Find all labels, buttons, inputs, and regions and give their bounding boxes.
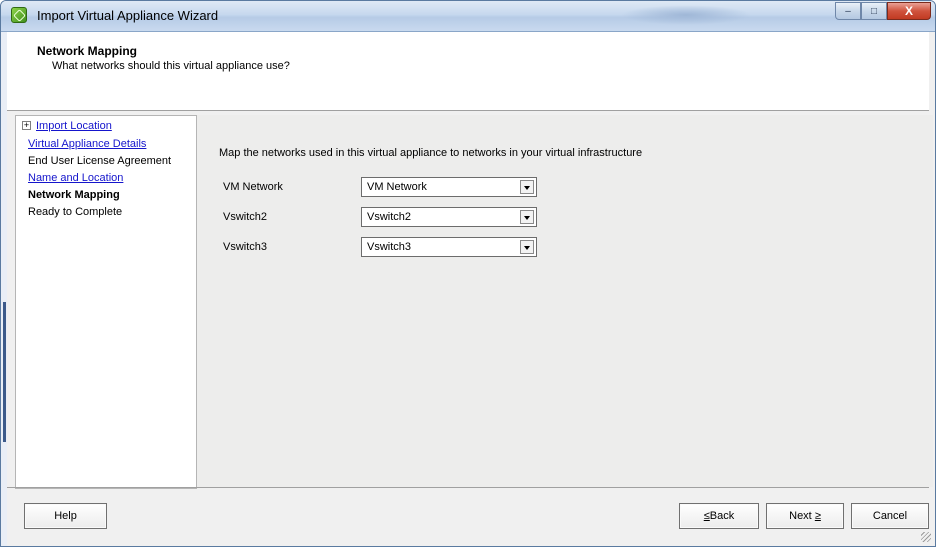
footer-divider: [7, 487, 929, 488]
maximize-button[interactable]: □: [861, 2, 887, 20]
chevron-down-icon[interactable]: [520, 180, 534, 194]
step-ready-to-complete: Ready to Complete: [28, 206, 123, 218]
chevron-down-icon[interactable]: [520, 210, 534, 224]
next-label: Next: [789, 510, 815, 522]
help-button[interactable]: Help: [24, 503, 107, 529]
instruction-text: Map the networks used in this virtual ap…: [219, 147, 643, 159]
resize-grip-icon[interactable]: [921, 532, 931, 542]
source-network-label: VM Network: [223, 181, 283, 193]
selected-network-value: VM Network: [367, 181, 427, 193]
cancel-button[interactable]: Cancel: [851, 503, 929, 529]
network-mapping-panel: Map the networks used in this virtual ap…: [197, 115, 933, 487]
title-bar-glow: [621, 5, 751, 25]
vsphere-app-icon: [11, 7, 27, 23]
selected-network-value: Vswitch2: [367, 211, 412, 223]
wizard-window: Import Virtual Appliance Wizard – □ X Ne…: [0, 0, 936, 547]
step-name-and-location[interactable]: Name and Location: [28, 172, 123, 184]
destination-network-select[interactable]: VM Network: [361, 177, 537, 197]
destination-network-select[interactable]: Vswitch3: [361, 237, 537, 257]
page-subtitle: What networks should this virtual applia…: [52, 60, 290, 72]
title-bar[interactable]: Import Virtual Appliance Wizard – □ X: [1, 1, 935, 32]
back-label: Back: [709, 510, 735, 522]
source-network-label: Vswitch2: [223, 211, 268, 223]
step-end-user-license-agreement: End User License Agreement: [28, 155, 172, 167]
next-button[interactable]: Next ≥: [766, 503, 844, 529]
window-controls: – □ X: [835, 2, 931, 20]
expand-icon[interactable]: +: [22, 121, 31, 130]
next-mnemonic: ≥: [814, 510, 821, 522]
step-import-location[interactable]: Import Location: [36, 120, 112, 132]
page-title: Network Mapping: [37, 44, 138, 58]
back-button[interactable]: ≤Back: [679, 503, 759, 529]
wizard-steps-panel: + Import Location Virtual Appliance Deta…: [15, 115, 197, 489]
window-title: Import Virtual Appliance Wizard: [37, 8, 219, 23]
step-network-mapping: Network Mapping: [28, 189, 120, 201]
close-button[interactable]: X: [887, 2, 931, 20]
destination-network-select[interactable]: Vswitch2: [361, 207, 537, 227]
selected-network-value: Vswitch3: [367, 241, 412, 253]
chevron-down-icon[interactable]: [520, 240, 534, 254]
wizard-header: Network Mapping What networks should thi…: [7, 32, 929, 111]
step-virtual-appliance-details[interactable]: Virtual Appliance Details: [28, 138, 146, 150]
source-network-label: Vswitch3: [223, 241, 268, 253]
minimize-button[interactable]: –: [835, 2, 861, 20]
